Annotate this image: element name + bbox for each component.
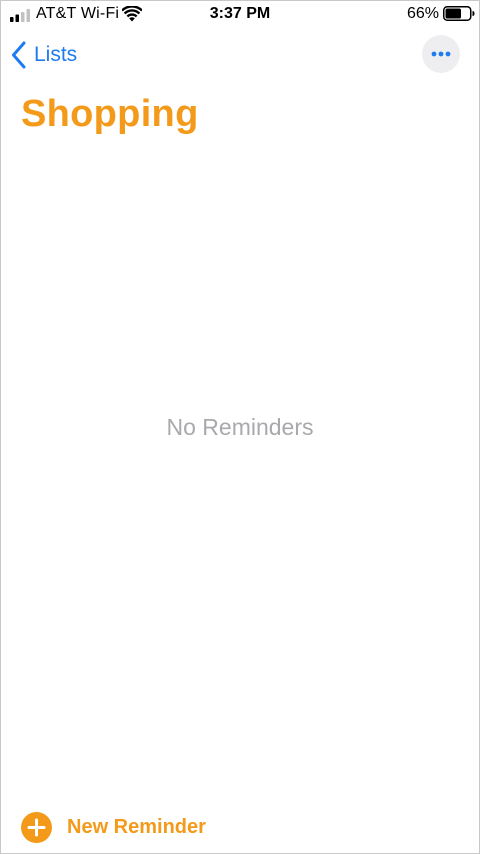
plus-circle-icon [21,811,52,843]
list-title: Shopping [21,93,199,135]
new-reminder-button[interactable]: New Reminder [21,811,206,843]
back-button-label: Lists [34,43,78,66]
empty-state-message: No Reminders [166,414,314,440]
status-bar: AT&T Wi-Fi 3:37 PM 66% [1,1,479,29]
battery-percentage: 66% [406,5,439,22]
more-options-button[interactable] [422,35,460,73]
ellipsis-icon [431,51,451,57]
back-to-lists-button[interactable]: Lists [11,39,77,71]
reminders-list-screen: AT&T Wi-Fi 3:37 PM 66% Lists Shopping No… [0,0,480,854]
chevron-left-icon [12,41,26,69]
battery-icon [443,6,475,21]
new-reminder-label: New Reminder [67,815,206,838]
